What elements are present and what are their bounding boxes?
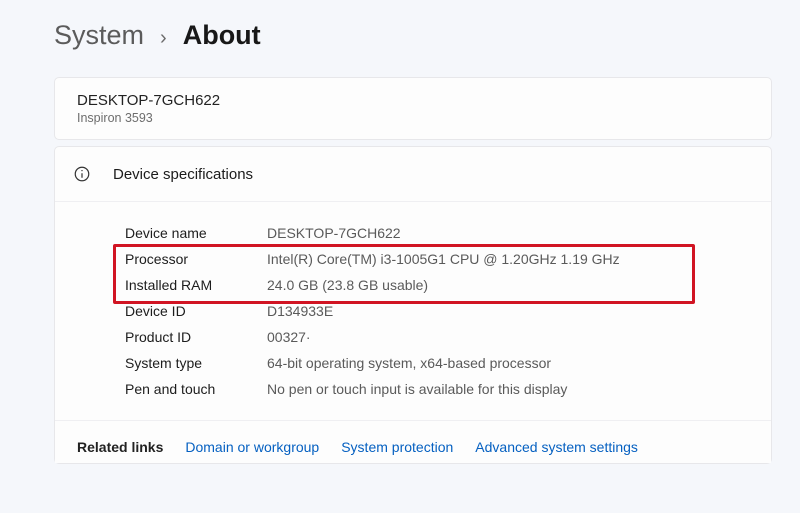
spec-value: 24.0 GB (23.8 GB usable): [255, 272, 749, 298]
spec-value: No pen or touch input is available for t…: [255, 376, 749, 402]
spec-value: Intel(R) Core(TM) i3-1005G1 CPU @ 1.20GH…: [255, 246, 749, 272]
info-icon: [73, 165, 91, 183]
spec-row-system-type: System type 64-bit operating system, x64…: [125, 350, 749, 376]
related-links: Related links Domain or workgroup System…: [55, 420, 771, 463]
spec-label: Processor: [125, 246, 255, 272]
device-name: DESKTOP-7GCH622: [77, 92, 749, 109]
spec-value: 00327·: [255, 324, 749, 350]
spec-table: Device name DESKTOP-7GCH622 Processor In…: [125, 220, 749, 402]
breadcrumb: System › About: [54, 20, 772, 51]
link-advanced-system-settings[interactable]: Advanced system settings: [475, 439, 638, 455]
spec-row-processor: Processor Intel(R) Core(TM) i3-1005G1 CP…: [125, 246, 749, 272]
spec-value: 64-bit operating system, x64-based proce…: [255, 350, 749, 376]
link-domain-workgroup[interactable]: Domain or workgroup: [185, 439, 319, 455]
spec-label: Device name: [125, 220, 255, 246]
device-specifications-card[interactable]: Device specifications Device name DESKTO…: [54, 146, 772, 464]
spec-label: Product ID: [125, 324, 255, 350]
spec-value: D134933E: [255, 298, 749, 324]
spec-row-device-id: Device ID D134933E: [125, 298, 749, 324]
spec-row-installed-ram: Installed RAM 24.0 GB (23.8 GB usable): [125, 272, 749, 298]
device-card[interactable]: DESKTOP-7GCH622 Inspiron 3593: [54, 77, 772, 140]
related-links-label: Related links: [77, 439, 163, 455]
device-model: Inspiron 3593: [77, 111, 749, 125]
device-specifications-title: Device specifications: [113, 166, 253, 183]
spec-label: Installed RAM: [125, 272, 255, 298]
spec-label: System type: [125, 350, 255, 376]
device-specifications-body: Device name DESKTOP-7GCH622 Processor In…: [55, 202, 771, 420]
spec-label: Pen and touch: [125, 376, 255, 402]
spec-row-device-name: Device name DESKTOP-7GCH622: [125, 220, 749, 246]
spec-label: Device ID: [125, 298, 255, 324]
spec-value: DESKTOP-7GCH622: [255, 220, 749, 246]
spec-row-pen-touch: Pen and touch No pen or touch input is a…: [125, 376, 749, 402]
breadcrumb-parent[interactable]: System: [54, 20, 144, 51]
breadcrumb-current: About: [183, 20, 261, 51]
spec-row-product-id: Product ID 00327·: [125, 324, 749, 350]
chevron-right-icon: ›: [160, 27, 167, 50]
device-specifications-header[interactable]: Device specifications: [55, 147, 771, 202]
link-system-protection[interactable]: System protection: [341, 439, 453, 455]
